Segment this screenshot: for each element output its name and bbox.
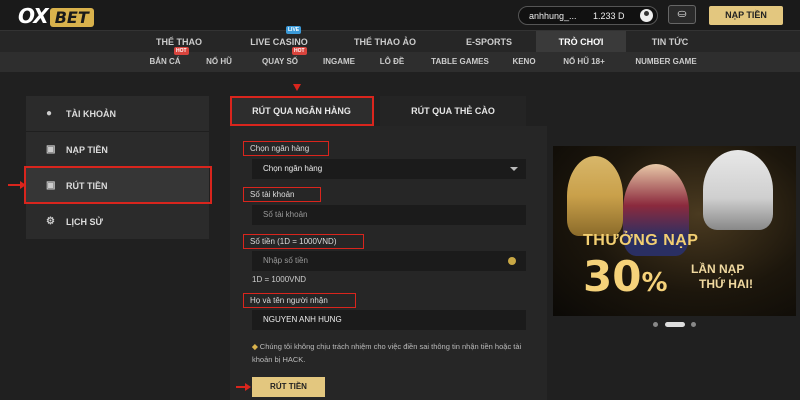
live-badge: LIVE bbox=[286, 26, 302, 34]
promo-number: 30 bbox=[583, 252, 642, 301]
highlight-box bbox=[243, 293, 356, 308]
sidebar-item-tai-khoan[interactable]: ● TÀI KHOẢN bbox=[26, 96, 209, 132]
subnav-label: NỔ HŨ bbox=[206, 57, 232, 66]
balance: 1.233 D bbox=[593, 11, 625, 21]
amount-input[interactable]: Nhập số tiền bbox=[252, 251, 526, 271]
user-icon: ● bbox=[46, 108, 53, 119]
nav-label: LIVE CASINO bbox=[250, 37, 308, 47]
receiver-name-input[interactable]: NGUYEN ANH HUNG bbox=[252, 310, 526, 330]
disclaimer-text: Chúng tôi không chịu trách nhiệm cho việ… bbox=[252, 342, 522, 364]
pointer-arrow-icon bbox=[20, 181, 26, 189]
logo-bet-text: BET bbox=[49, 8, 94, 27]
user-account-pill[interactable]: anhhung_... 1.233 D bbox=[518, 6, 658, 25]
subnav-number-game[interactable]: NUMBER GAME bbox=[626, 52, 706, 72]
gift-icon[interactable]: ⛀ bbox=[668, 5, 696, 24]
user-avatar-icon[interactable] bbox=[640, 9, 653, 22]
top-bar: OX BET anhhung_... 1.233 D ⛀ NẠP TIỀN bbox=[0, 0, 800, 30]
highlight-box bbox=[230, 96, 374, 126]
subnav-table-games[interactable]: TABLE GAMES bbox=[424, 52, 496, 72]
highlight-box bbox=[243, 187, 321, 202]
coin-icon bbox=[508, 257, 516, 265]
nav-label: TRÒ CHƠI bbox=[558, 37, 604, 47]
withdraw-submit-button[interactable]: RÚT TIỀN bbox=[252, 377, 325, 397]
player-image bbox=[703, 150, 773, 230]
subnav-label: TABLE GAMES bbox=[431, 57, 489, 66]
promo-banner[interactable]: THƯỞNG NẠP 30% LẦN NẠP THỨ HAI! bbox=[553, 146, 796, 316]
oxbet-logo[interactable]: OX BET bbox=[18, 4, 116, 28]
subnav-label: INGAME bbox=[323, 57, 355, 66]
subnav-label: QUAY SỐ bbox=[261, 57, 298, 66]
sidebar-item-lich-su[interactable]: ⚙ LỊCH SỬ bbox=[26, 204, 209, 240]
nav-the-thao-ao[interactable]: THỂ THAO ẢO bbox=[340, 31, 430, 53]
subnav-no-hu[interactable]: NỔ HŨ bbox=[196, 52, 242, 72]
subnav-label: NỔ HŨ 18+ bbox=[563, 57, 605, 66]
highlight-box bbox=[243, 234, 364, 249]
promo-subtitle-line: THỨ HAI! bbox=[699, 277, 753, 291]
carousel-dot[interactable] bbox=[653, 322, 658, 327]
logo-ox-text: OX bbox=[18, 4, 49, 28]
deposit-icon: ▣ bbox=[46, 144, 56, 155]
subnav-label: BẮN CÁ bbox=[149, 57, 181, 66]
deposit-button[interactable]: NẠP TIỀN bbox=[709, 6, 783, 25]
receiver-name-value: NGUYEN ANH HUNG bbox=[263, 315, 342, 324]
sidebar-item-label: TÀI KHOẢN bbox=[66, 109, 116, 119]
disclaimer: ◆ Chúng tôi không chịu trách nhiệm cho vi… bbox=[252, 340, 542, 366]
promo-title: THƯỞNG NẠP bbox=[583, 232, 699, 249]
subnav-label: KENO bbox=[512, 57, 536, 66]
sidebar-item-nap-tien[interactable]: ▣ NẠP TIỀN bbox=[26, 132, 209, 168]
promo-subtitle-line: LẦN NẠP bbox=[691, 262, 745, 276]
highlight-box bbox=[24, 166, 212, 204]
carousel-dot-active[interactable] bbox=[665, 322, 685, 327]
nav-label: THỂ THAO bbox=[156, 37, 202, 47]
sidebar-item-label: NẠP TIỀN bbox=[66, 145, 108, 155]
history-icon: ⚙ bbox=[46, 216, 55, 227]
promo-subtitle: LẦN NẠP THỨ HAI! bbox=[691, 262, 753, 292]
chevron-down-icon bbox=[510, 167, 518, 171]
player-image bbox=[567, 156, 623, 236]
pointer-arrow-icon bbox=[293, 84, 301, 91]
subnav-no-hu-18[interactable]: NỔ HŨ 18+ bbox=[554, 52, 614, 72]
nav-label: THỂ THAO ẢO bbox=[354, 37, 416, 47]
subnav-label: LÔ ĐỀ bbox=[379, 57, 405, 66]
bank-select[interactable]: Chọn ngân hàng bbox=[252, 159, 526, 179]
subnav-quay-so[interactable]: QUAY SỐ HOT bbox=[252, 47, 308, 72]
promo-percent-sign: % bbox=[641, 268, 668, 298]
username: anhhung_... bbox=[529, 11, 577, 21]
nav-tin-tuc[interactable]: TIN TỨC bbox=[632, 31, 708, 53]
nav-label: E-SPORTS bbox=[465, 37, 512, 47]
carousel-dot[interactable] bbox=[691, 322, 696, 327]
nav-tro-choi[interactable]: TRÒ CHƠI bbox=[536, 31, 626, 53]
rate-note: 1D = 1000VND bbox=[252, 275, 307, 284]
hot-badge: HOT bbox=[292, 47, 307, 55]
warning-icon: ◆ bbox=[252, 342, 258, 351]
main-nav: THỂ THAO LIVE CASINO LIVE THỂ THAO ẢO E-S… bbox=[0, 26, 800, 53]
subnav-keno[interactable]: KENO bbox=[506, 52, 542, 72]
nav-e-sports[interactable]: E-SPORTS bbox=[448, 31, 530, 53]
sub-nav: BẮN CÁ HOT NỔ HŨ QUAY SỐ HOT INGAME LÔ ĐỀ … bbox=[0, 47, 800, 72]
promo-percent: 30% bbox=[583, 252, 668, 301]
subnav-label: NUMBER GAME bbox=[635, 57, 697, 66]
subnav-lo-de[interactable]: LÔ ĐỀ bbox=[372, 52, 412, 72]
subnav-ban-ca[interactable]: BẮN CÁ HOT bbox=[140, 47, 190, 72]
account-placeholder: Số tài khoản bbox=[263, 210, 308, 219]
highlight-box bbox=[243, 141, 329, 156]
amount-placeholder: Nhập số tiền bbox=[263, 256, 308, 265]
account-number-input[interactable]: Số tài khoản bbox=[252, 205, 526, 225]
hot-badge: HOT bbox=[174, 47, 189, 55]
nav-label: TIN TỨC bbox=[651, 37, 689, 47]
bank-select-value: Chọn ngân hàng bbox=[263, 164, 323, 173]
pointer-arrow-icon bbox=[245, 383, 251, 391]
nav-live-casino[interactable]: LIVE CASINO LIVE bbox=[236, 26, 322, 53]
subnav-ingame[interactable]: INGAME bbox=[316, 52, 362, 72]
sidebar-item-label: LỊCH SỬ bbox=[66, 217, 103, 227]
tab-card-withdraw[interactable]: RÚT QUA THẺ CÀO bbox=[380, 96, 526, 126]
